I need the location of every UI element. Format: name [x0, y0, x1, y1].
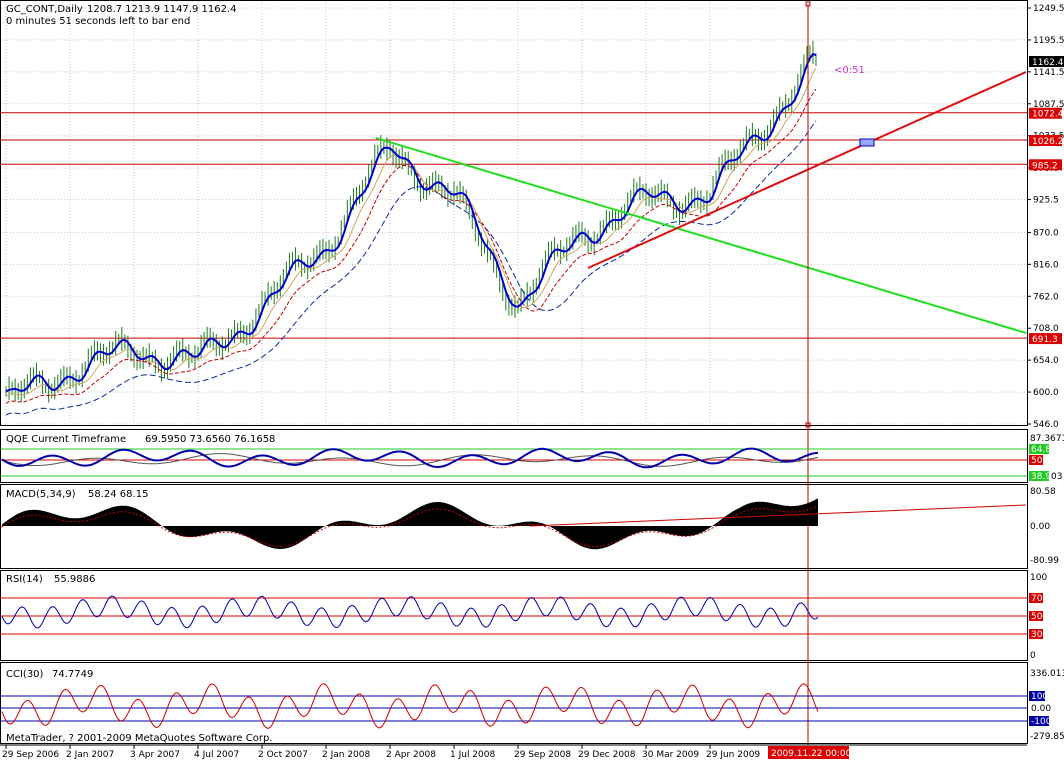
qqe-y-top: 87.3671 — [1030, 434, 1064, 444]
x-tick-label: 2 Apr 2008 — [386, 750, 436, 760]
rsi-value: 55.9886 — [54, 574, 95, 585]
x-tick-label: 3 Apr 2007 — [130, 750, 180, 760]
crosshair-date-label: 2009.11.22 00:00 — [771, 749, 852, 759]
macd-y-top: 80.58 — [1030, 487, 1056, 497]
cci-level-0-label: 0.00 — [1031, 704, 1051, 714]
y-tick-label: 1141.5 — [1033, 68, 1064, 78]
cci-level-minus100-label: -100 — [1031, 717, 1052, 727]
symbol-label: GC_CONT,Daily — [6, 4, 83, 15]
y-tick-label: 870.0 — [1033, 228, 1059, 238]
x-tick-label: 29 Sep 2008 — [514, 750, 571, 760]
rsi-level-50-label: 50 — [1031, 612, 1043, 622]
level-label-1072.4: 1072.4 — [1032, 110, 1064, 120]
metatrader-chart[interactable]: <0:51 GC_CONT,Daily 1208.7 1213.9 1147.9… — [0, 0, 1064, 761]
copyright-text: MetaTrader, ? 2001-2009 MetaQuotes Softw… — [6, 733, 272, 744]
x-tick-label: 2 Oct 2007 — [258, 750, 308, 760]
level-label-691.3: 691.3 — [1032, 335, 1058, 345]
x-tick-label: 2 Jan 2007 — [66, 750, 114, 760]
qqe-title: QQE Current Timeframe — [6, 434, 126, 445]
rsi-y-top: 100 — [1030, 573, 1047, 583]
y-tick-label: 816.0 — [1033, 260, 1059, 270]
qqe-level-mid-label: 50 — [1031, 456, 1043, 466]
rsi-title: RSI(14) — [6, 574, 43, 585]
qqe-values: 69.5950 73.6560 76.1658 — [145, 434, 275, 445]
y-tick-label: 654.0 — [1033, 356, 1059, 366]
rsi-y-bottom: 0 — [1030, 651, 1036, 661]
cci-y-top: 336.0131 — [1030, 669, 1064, 679]
rsi-level-30-label: 30 — [1031, 630, 1043, 640]
y-tick-label: 546.0 — [1033, 420, 1059, 430]
ohlc-values: 1208.7 1213.9 1147.9 1162.4 — [87, 4, 237, 15]
chart-background — [0, 0, 1064, 761]
rsi-level-70-label: 70 — [1031, 594, 1043, 604]
qqe-level-upper-label: 64.8 — [1031, 445, 1051, 455]
level-label-985.2: 985.2 — [1032, 161, 1058, 171]
cci-level-100-label: 100 — [1031, 692, 1048, 702]
countdown-label: <0:51 — [834, 65, 865, 76]
y-tick-label: 762.0 — [1033, 292, 1059, 302]
cci-value: 74.7749 — [52, 669, 93, 680]
level-label-1026.2: 1026.2 — [1032, 137, 1064, 147]
macd-y-bottom: -80.99 — [1030, 556, 1059, 566]
qqe-bottom-tick: 03 — [1051, 472, 1062, 482]
crosshair-date-marker: 2009.11.22 00:00 — [768, 746, 852, 759]
current-price-marker: 1162.4 — [1029, 56, 1064, 68]
trendline-anchor-handle[interactable] — [859, 138, 875, 147]
x-tick-label: 4 Jul 2007 — [194, 750, 239, 760]
x-tick-label: 29 Jun 2009 — [706, 750, 760, 760]
timer-text: 0 minutes 51 seconds left to bar end — [6, 16, 190, 27]
x-tick-label: 29 Sep 2006 — [2, 750, 59, 760]
cci-title: CCI(30) — [6, 669, 44, 680]
qqe-level-lower-label: 38.9 — [1031, 472, 1051, 482]
y-tick-label: 1195.5 — [1033, 36, 1064, 46]
macd-values: 58.24 68.15 — [88, 489, 148, 500]
y-tick-label: 925.5 — [1033, 196, 1059, 206]
y-tick-label: 600.0 — [1033, 388, 1059, 398]
y-tick-label: 708.0 — [1033, 324, 1059, 334]
x-tick-label: 30 Mar 2009 — [642, 750, 699, 760]
cci-y-bottom: -279.850 — [1030, 732, 1064, 742]
current-price-label: 1162.4 — [1032, 58, 1064, 68]
x-tick-label: 1 Jul 2008 — [450, 750, 495, 760]
x-tick-label: 2 Jan 2008 — [322, 750, 370, 760]
x-tick-label: 29 Dec 2008 — [578, 750, 636, 760]
y-tick-label: 1249.5 — [1033, 4, 1064, 14]
macd-y-zero: 0.00 — [1030, 522, 1050, 532]
macd-title: MACD(5,34,9) — [6, 489, 76, 500]
